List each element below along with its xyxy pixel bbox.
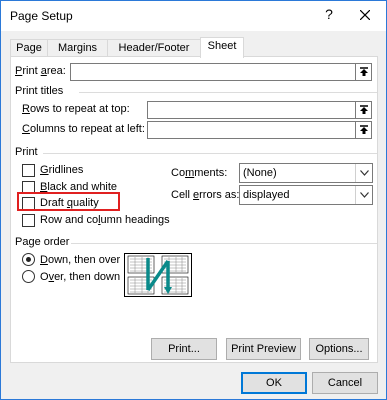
tab-header-footer-label: Header/Footer (118, 42, 190, 54)
comments-value: (None) (243, 167, 277, 179)
down-then-over-label[interactable]: Down, then over (40, 254, 120, 266)
print-area-input[interactable] (70, 63, 358, 81)
collapse-dialog-icon (360, 105, 368, 114)
over-then-down-label[interactable]: Over, then down (40, 271, 120, 283)
tab-sheet-label: Sheet (207, 40, 237, 52)
tab-page-label: Page (16, 42, 42, 54)
comments-dropdown-arrow[interactable] (355, 164, 372, 182)
rows-to-repeat-label: Rows to repeat at top: (22, 103, 130, 115)
print-preview-button[interactable]: Print Preview (226, 338, 301, 360)
cancel-button-label: Cancel (327, 377, 363, 389)
columns-to-repeat-input[interactable] (147, 121, 358, 139)
print-titles-separator (79, 92, 377, 93)
print-button-label: Print... (168, 343, 200, 355)
row-and-column-headings-label[interactable]: Row and column headings (40, 214, 170, 226)
print-button[interactable]: Print... (151, 338, 217, 360)
print-heading: Print (15, 146, 38, 158)
cell-errors-dropdown-arrow[interactable] (355, 186, 372, 204)
gridlines-label[interactable]: Gridlines (40, 164, 83, 176)
chevron-down-icon (360, 192, 369, 198)
options-button[interactable]: Options... (309, 338, 369, 360)
tab-page[interactable]: Page (10, 39, 48, 57)
columns-to-repeat-label: Columns to repeat at left: (22, 123, 145, 135)
rows-collapse-button[interactable] (355, 101, 372, 119)
page-setup-dialog: Page Setup ? Page Margins Header/Footer … (0, 0, 387, 400)
cell-errors-select[interactable]: displayed (239, 185, 373, 205)
help-button[interactable]: ? (319, 6, 339, 22)
draft-quality-highlight-box (17, 192, 120, 211)
print-area-label: Print area: (15, 65, 66, 77)
cell-errors-value: displayed (243, 189, 290, 201)
print-preview-button-label: Print Preview (231, 343, 296, 355)
comments-select[interactable]: (None) (239, 163, 373, 183)
print-titles-heading: Print titles (15, 85, 64, 97)
collapse-dialog-icon (360, 125, 368, 134)
over-then-down-radio[interactable] (22, 270, 35, 283)
ok-button-label: OK (266, 377, 282, 389)
gridlines-checkbox[interactable] (22, 164, 35, 177)
page-order-heading: Page order (15, 236, 70, 248)
tab-sheet[interactable]: Sheet (200, 37, 244, 58)
page-order-separator (71, 243, 377, 244)
rows-to-repeat-input[interactable] (147, 101, 358, 119)
cell-errors-label: Cell errors as: (171, 189, 240, 201)
print-separator (43, 153, 377, 154)
close-icon (360, 10, 370, 20)
collapse-dialog-icon (360, 67, 368, 76)
tab-header-footer[interactable]: Header/Footer (107, 39, 201, 57)
row-and-column-headings-checkbox[interactable] (22, 214, 35, 227)
chevron-down-icon (360, 170, 369, 176)
close-button[interactable] (347, 3, 383, 27)
cancel-button[interactable]: Cancel (312, 372, 378, 394)
options-button-label: Options... (315, 343, 363, 355)
page-order-preview-image (124, 253, 192, 297)
tab-margins[interactable]: Margins (47, 39, 108, 57)
print-area-collapse-button[interactable] (355, 63, 372, 81)
columns-collapse-button[interactable] (355, 121, 372, 139)
tab-margins-label: Margins (57, 42, 98, 54)
title-bar: Page Setup ? (1, 1, 386, 31)
down-then-over-radio[interactable] (22, 253, 35, 266)
dialog-title: Page Setup (10, 9, 73, 23)
comments-label: Comments: (171, 167, 228, 179)
ok-button[interactable]: OK (241, 372, 307, 394)
